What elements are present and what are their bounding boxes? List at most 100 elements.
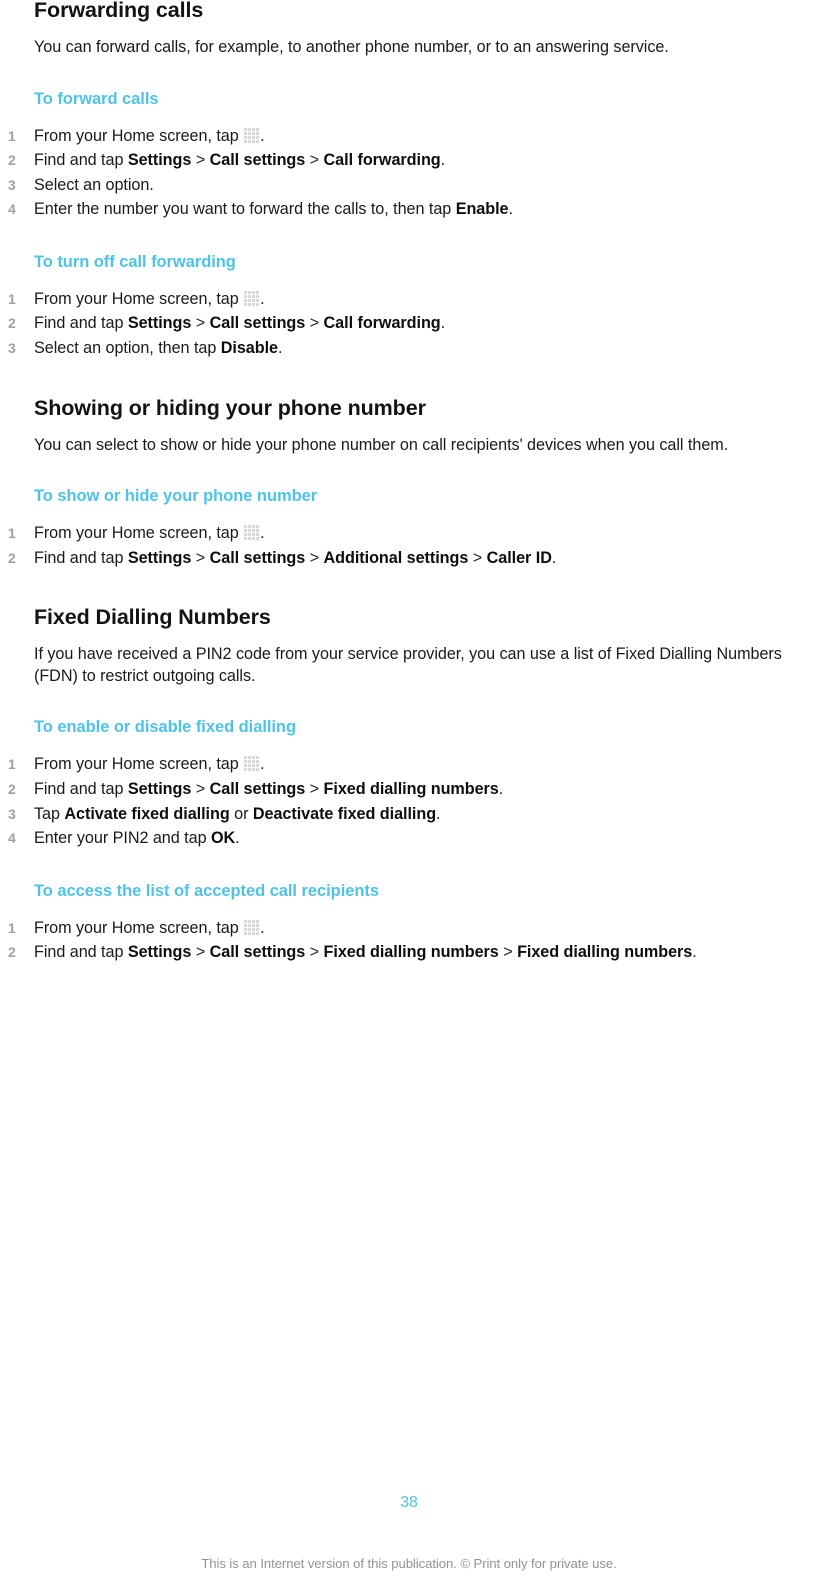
step-list: 1 From your Home screen, tap . 2 Find and t…	[0, 124, 818, 222]
step-number: 1	[8, 919, 16, 936]
ui-path-token: OK	[210, 829, 236, 848]
step-number: 3	[8, 340, 16, 357]
step-number: 2	[8, 315, 16, 332]
ui-path-token: Call forwarding	[323, 314, 441, 333]
app-drawer-icon	[244, 919, 260, 935]
task-heading: To access the list of accepted call reci…	[34, 881, 379, 900]
path-separator: >	[191, 779, 210, 798]
ui-path-token: Call settings	[209, 943, 306, 962]
app-drawer-icon	[244, 127, 260, 143]
step-item: 2 Find and tap Settings > Call settings >…	[0, 940, 818, 965]
section-paragraph: You can forward calls, for example, to a…	[34, 38, 669, 56]
path-separator: >	[305, 943, 324, 962]
ui-path-token: Call settings	[209, 779, 306, 798]
section-heading: Fixed Dialling Numbers	[34, 605, 271, 630]
ui-path-token: Activate fixed dialling	[64, 804, 230, 823]
app-drawer-icon	[244, 525, 260, 541]
task-heading: To show or hide your phone number	[34, 487, 318, 506]
ui-path-token: Caller ID	[486, 548, 552, 567]
footer-copyright-note: This is an Internet version of this publ…	[201, 1556, 617, 1571]
step-item: 1 From your Home screen, tap .	[0, 124, 818, 149]
ui-path-token: Settings	[127, 314, 192, 333]
step-item: 1 From your Home screen, tap .	[0, 916, 818, 941]
step-number: 1	[8, 290, 16, 307]
step-item: 1 From your Home screen, tap .	[0, 287, 818, 312]
path-separator: >	[191, 548, 210, 567]
task-heading: To enable or disable fixed dialling	[34, 718, 296, 737]
section-paragraph: If you have received a PIN2 code from yo…	[34, 645, 782, 685]
path-separator: >	[305, 314, 324, 333]
step-number: 2	[8, 549, 16, 566]
step-number: 2	[8, 152, 16, 169]
ui-path-token: Fixed dialling numbers	[517, 943, 693, 962]
ui-path-token: Fixed dialling numbers	[323, 943, 499, 962]
step-number: 2	[8, 944, 16, 961]
ui-path-token: Fixed dialling numbers	[323, 779, 499, 798]
manual-page: Forwarding calls You can forward calls, f…	[0, 0, 818, 1589]
ui-path-token: Call settings	[209, 314, 306, 333]
task-heading: To forward calls	[34, 89, 159, 108]
ui-path-token: Call settings	[209, 548, 306, 567]
task-heading: To turn off call forwarding	[34, 252, 236, 271]
step-item: 1 From your Home screen, tap .	[0, 521, 818, 546]
step-list: 1 From your Home screen, tap . 2 Find and t…	[0, 916, 818, 965]
ui-path-token: Disable	[220, 339, 278, 358]
page-number: 38	[400, 1494, 418, 1511]
step-item: 4 Enter the number you want to forward th…	[0, 197, 818, 222]
app-drawer-icon	[244, 290, 260, 306]
step-number: 2	[8, 780, 16, 797]
path-separator: >	[305, 779, 324, 798]
ui-path-token: Deactivate fixed dialling	[252, 804, 437, 823]
step-number: 4	[8, 830, 16, 847]
path-separator: >	[305, 151, 324, 170]
app-drawer-icon	[244, 756, 260, 772]
step-number: 3	[8, 176, 16, 193]
step-list: 1 From your Home screen, tap . 2 Find and t…	[0, 287, 818, 361]
step-item: 4 Enter your PIN2 and tap OK.	[0, 826, 818, 851]
step-item: 1 From your Home screen, tap .	[0, 752, 818, 777]
step-number: 1	[8, 127, 16, 144]
step-number: 4	[8, 201, 16, 218]
step-item: 2 Find and tap Settings > Call settings >…	[0, 777, 818, 802]
section-heading: Showing or hiding your phone number	[34, 395, 426, 420]
step-number: 1	[8, 756, 16, 773]
step-item: 2 Find and tap Settings > Call settings >…	[0, 546, 818, 571]
step-item: 3 Select an option.	[0, 173, 818, 198]
ui-path-token: Call forwarding	[323, 151, 441, 170]
step-item: 2 Find and tap Settings > Call settings >…	[0, 148, 818, 173]
step-item: 2 Find and tap Settings > Call settings >…	[0, 311, 818, 336]
step-item: 3 Tap Activate fixed dialling or Deactiva…	[0, 802, 818, 827]
path-separator: >	[468, 548, 487, 567]
step-number: 1	[8, 525, 16, 542]
section-paragraph: You can select to show or hide your phon…	[34, 435, 729, 454]
step-list: 1 From your Home screen, tap . 2 Find and t…	[0, 521, 818, 570]
path-separator: >	[191, 943, 210, 962]
ui-path-token: Additional settings	[323, 548, 469, 567]
step-list: 1 From your Home screen, tap . 2 Find and t…	[0, 752, 818, 850]
step-number: 3	[8, 805, 16, 822]
ui-path-token: Settings	[127, 548, 192, 567]
ui-path-token: Enable	[455, 200, 509, 219]
path-separator: >	[498, 943, 518, 962]
section-heading: Forwarding calls	[34, 0, 204, 22]
ui-path-token: Call settings	[209, 151, 306, 170]
ui-path-token: Settings	[127, 943, 192, 962]
ui-path-token: Settings	[127, 779, 192, 798]
page-content: Forwarding calls You can forward calls, f…	[0, 0, 818, 965]
path-separator: >	[191, 314, 210, 333]
